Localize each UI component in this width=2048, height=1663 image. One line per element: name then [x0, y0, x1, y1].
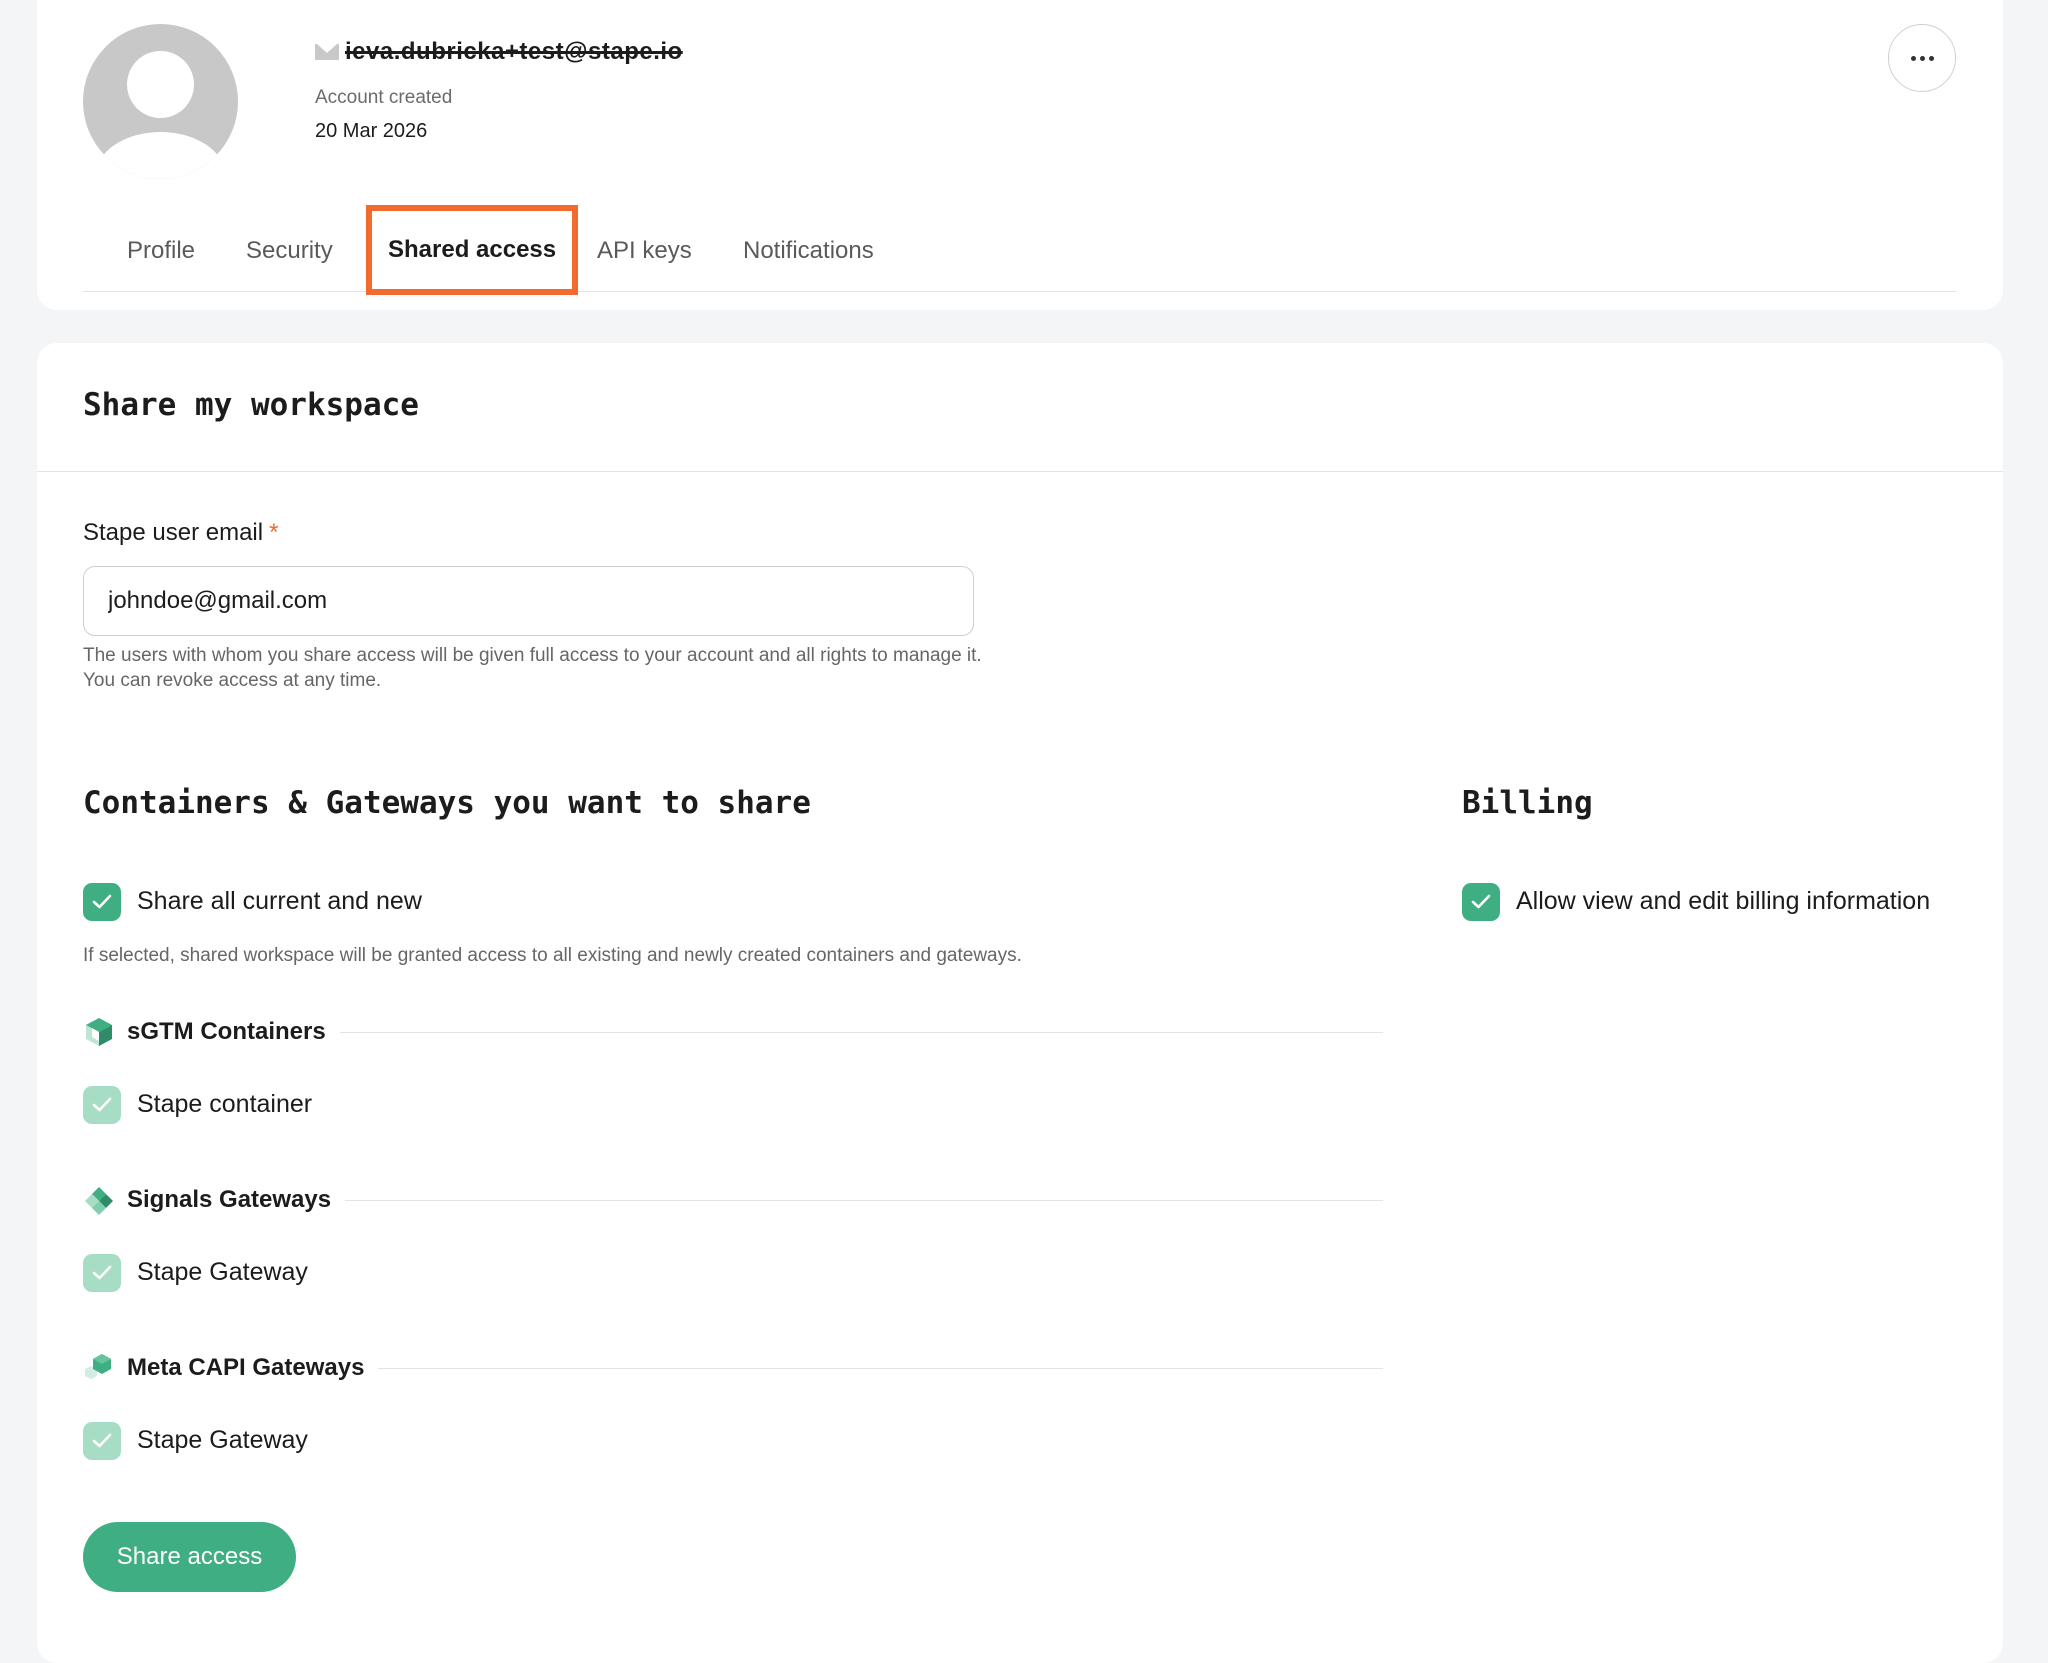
share-all-label: Share all current and new	[137, 887, 422, 915]
share-workspace-card: Share my workspace Stape user email* The…	[37, 343, 2003, 1663]
billing-label: Allow view and edit billing information	[1516, 887, 1931, 915]
diamonds-icon	[83, 1184, 115, 1216]
more-dots-icon	[1910, 55, 1916, 61]
group-header-sgtm: sGTM Containers	[83, 1016, 1383, 1048]
billing-title: Billing	[1462, 785, 1593, 821]
check-icon	[1471, 894, 1491, 909]
check-icon	[92, 1097, 112, 1112]
divider	[37, 471, 2003, 472]
settings-tabs: Profile Security Shared access API keys …	[83, 205, 1956, 295]
share-all-checkbox[interactable]	[83, 883, 121, 921]
stape-container-checkbox[interactable]	[83, 1086, 121, 1124]
mail-icon	[315, 44, 339, 60]
email-field-label: Stape user email *	[83, 519, 279, 546]
email-hint: The users with whom you share access wil…	[83, 645, 982, 691]
account-created-date: 20 Mar 2026	[315, 120, 428, 142]
check-icon	[92, 1433, 112, 1448]
signals-stape-gateway-label: Stape Gateway	[137, 1258, 308, 1286]
check-icon	[92, 894, 112, 909]
required-mark: *	[269, 519, 279, 546]
group-header-signals: Signals Gateways	[83, 1184, 1383, 1216]
share-all-hint: If selected, shared workspace will be gr…	[83, 945, 1022, 966]
tab-profile[interactable]: Profile	[127, 225, 195, 277]
cube-icon	[83, 1016, 115, 1048]
more-options-button[interactable]	[1888, 24, 1956, 92]
tab-notifications[interactable]: Notifications	[743, 225, 874, 277]
account-email: ieva.dubricka+test@stape.io	[345, 38, 683, 65]
profile-header-card: ieva.dubricka+test@stape.io Account crea…	[37, 0, 2003, 310]
billing-checkbox[interactable]	[1462, 883, 1500, 921]
tab-shared-access[interactable]: Shared access	[366, 205, 579, 295]
tab-api-keys[interactable]: API keys	[597, 225, 692, 277]
group-title-signals: Signals Gateways	[127, 1186, 332, 1213]
group-title-sgtm: sGTM Containers	[127, 1018, 326, 1045]
group-header-meta-capi: Meta CAPI Gateways	[83, 1352, 1383, 1384]
account-created-label: Account created	[315, 87, 453, 108]
share-access-button[interactable]: Share access	[83, 1522, 296, 1592]
stape-container-label: Stape container	[137, 1090, 313, 1118]
avatar	[83, 24, 238, 179]
meta-capi-stape-gateway-checkbox[interactable]	[83, 1422, 121, 1460]
tab-security[interactable]: Security	[246, 225, 333, 277]
meta-capi-stape-gateway-label: Stape Gateway	[137, 1426, 308, 1454]
stape-user-email-input[interactable]	[83, 566, 974, 636]
signals-stape-gateway-checkbox[interactable]	[83, 1254, 121, 1292]
account-email-row: ieva.dubricka+test@stape.io	[315, 38, 683, 66]
hexagon-icon	[83, 1352, 115, 1384]
containers-gateways-title: Containers & Gateways you want to share	[83, 785, 811, 821]
share-workspace-title: Share my workspace	[83, 387, 419, 423]
group-title-meta-capi: Meta CAPI Gateways	[127, 1354, 365, 1381]
check-icon	[92, 1265, 112, 1280]
